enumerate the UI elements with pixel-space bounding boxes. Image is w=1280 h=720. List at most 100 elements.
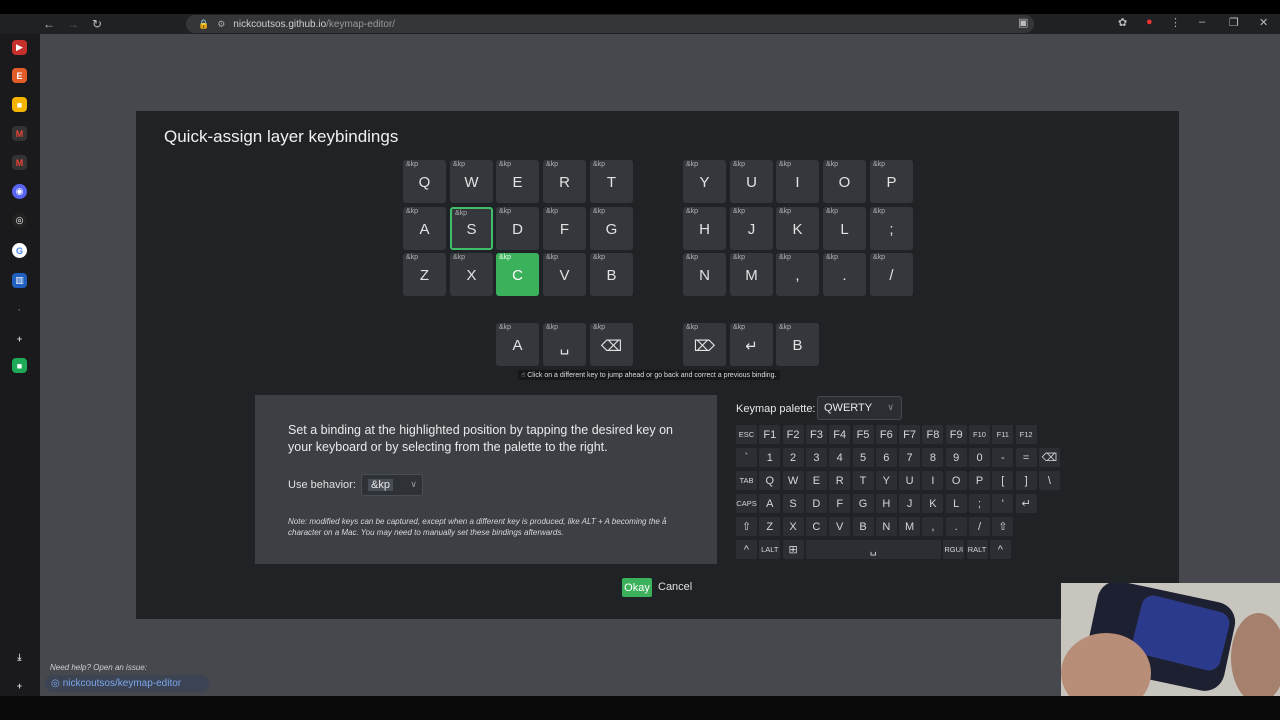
palette-key[interactable]: 4 <box>829 448 851 467</box>
palette-key[interactable]: B <box>852 517 874 536</box>
palette-key[interactable]: 1 <box>759 448 781 467</box>
notes-icon[interactable]: ■ <box>12 97 27 112</box>
reload-icon[interactable]: ↻ <box>89 16 105 32</box>
palette-key[interactable]: Q <box>759 471 781 490</box>
menu-icon[interactable]: ⋮ <box>1170 16 1181 29</box>
thumb-key[interactable]: &kp ␣ <box>543 323 586 366</box>
tab-cast-icon[interactable]: ▣ <box>1018 16 1028 29</box>
palette-key[interactable]: U <box>899 471 921 490</box>
palette-key[interactable]: Y <box>875 471 897 490</box>
palette-key[interactable]: ␣ <box>805 540 941 559</box>
palette-key[interactable]: M <box>899 517 921 536</box>
layout-key[interactable]: &kp C <box>496 253 539 296</box>
layout-key[interactable]: &kp Z <box>403 253 446 296</box>
thumb-key[interactable]: &kp ⌦ <box>683 323 726 366</box>
cancel-button[interactable]: Cancel <box>658 581 692 593</box>
palette-key[interactable]: RGUI <box>943 540 965 559</box>
trello-icon[interactable]: ▥ <box>12 273 27 288</box>
palette-key[interactable]: F4 <box>829 425 851 444</box>
plus-icon[interactable]: + <box>12 331 27 346</box>
palette-key[interactable]: F11 <box>992 425 1014 444</box>
palette-key[interactable]: F9 <box>945 425 967 444</box>
layout-key[interactable]: &kp E <box>496 160 539 203</box>
layout-key[interactable]: &kp H <box>683 207 726 250</box>
palette-key[interactable]: ⊞ <box>782 540 804 559</box>
palette-key[interactable]: F12 <box>1015 425 1037 444</box>
site-settings-icon[interactable]: ⚙ <box>217 19 225 30</box>
palette-key[interactable]: E <box>805 471 827 490</box>
palette-key[interactable]: F7 <box>899 425 921 444</box>
minimize-icon[interactable]: – <box>1199 16 1205 28</box>
address-bar[interactable]: 🔒 ⚙ nickcoutsos.github.io/keymap-editor/ <box>186 15 1034 33</box>
layout-key[interactable]: &kp; <box>870 207 913 250</box>
palette-key[interactable]: 0 <box>969 448 990 467</box>
palette-key[interactable]: F8 <box>922 425 944 444</box>
layout-key[interactable]: &kp Q <box>403 160 446 203</box>
palette-key[interactable]: 5 <box>852 448 874 467</box>
palette-key[interactable]: J <box>899 494 921 513</box>
palette-key[interactable]: ` <box>736 448 757 467</box>
palette-key[interactable]: . <box>945 517 967 536</box>
palette-key[interactable]: CAPS <box>736 494 757 513</box>
layout-key[interactable]: &kp / <box>870 253 913 296</box>
palette-key[interactable]: O <box>945 471 967 490</box>
extensions-icon[interactable]: ✿ <box>1118 16 1127 29</box>
github-icon[interactable]: ◎ <box>12 213 27 228</box>
palette-key[interactable]: F2 <box>782 425 804 444</box>
palette-key[interactable]: C <box>805 517 827 536</box>
palette-key[interactable]: K <box>922 494 944 513</box>
layout-key[interactable]: &kp U <box>730 160 773 203</box>
palette-key[interactable]: ↵ <box>1015 494 1037 513</box>
layout-key[interactable]: &kp R <box>543 160 586 203</box>
layout-key[interactable]: &kp L <box>823 207 866 250</box>
palette-key[interactable]: \ <box>1038 471 1060 490</box>
ublock-icon[interactable]: ● <box>1146 16 1153 28</box>
palette-key[interactable]: 8 <box>922 448 944 467</box>
thumb-key[interactable]: &kp ↵ <box>730 323 773 366</box>
layout-key[interactable]: &kp V <box>543 253 586 296</box>
help-link[interactable]: ◎ nickcoutsos/keymap-editor <box>45 675 209 692</box>
layout-key[interactable]: &kp F <box>543 207 586 250</box>
palette-key[interactable]: P <box>969 471 990 490</box>
palette-key[interactable]: W <box>782 471 804 490</box>
okay-button[interactable]: Okay <box>622 578 652 597</box>
layout-key[interactable]: &kp P <box>870 160 913 203</box>
palette-key[interactable]: 6 <box>875 448 897 467</box>
discord-icon[interactable]: ◉ <box>12 184 27 199</box>
palette-key[interactable]: , <box>922 517 944 536</box>
gmail-icon[interactable]: M <box>12 155 27 170</box>
layout-key[interactable]: &kp M <box>730 253 773 296</box>
layout-key[interactable]: &kp N <box>683 253 726 296</box>
palette-key[interactable]: = <box>1015 448 1037 467</box>
palette-key[interactable]: RALT <box>966 540 988 559</box>
sheets-icon[interactable]: ■ <box>12 358 27 373</box>
layout-key[interactable]: &kp J <box>730 207 773 250</box>
close-icon[interactable]: ✕ <box>1259 16 1268 29</box>
palette-key[interactable]: V <box>829 517 851 536</box>
palette-key[interactable]: ^ <box>989 540 1011 559</box>
palette-key[interactable]: F6 <box>875 425 897 444</box>
gmail-icon[interactable]: M <box>12 126 27 141</box>
thumb-key[interactable]: &kp ⌫ <box>590 323 633 366</box>
layout-key[interactable]: &kp, <box>776 253 819 296</box>
thumb-key[interactable]: &kp B <box>776 323 819 366</box>
palette-key[interactable]: A <box>759 494 781 513</box>
layout-key[interactable]: &kp D <box>496 207 539 250</box>
palette-key[interactable]: D <box>805 494 827 513</box>
palette-key[interactable]: - <box>992 448 1014 467</box>
palette-key[interactable]: / <box>969 517 990 536</box>
palette-key[interactable]: ⌫ <box>1038 448 1060 467</box>
layout-key[interactable]: &kp. <box>823 253 866 296</box>
palette-key[interactable]: F10 <box>969 425 990 444</box>
palette-key[interactable]: 7 <box>899 448 921 467</box>
palette-key[interactable]: R <box>829 471 851 490</box>
palette-key[interactable]: F <box>829 494 851 513</box>
palette-key[interactable]: 3 <box>805 448 827 467</box>
maximize-icon[interactable]: ❐ <box>1229 16 1239 29</box>
palette-key[interactable]: F3 <box>805 425 827 444</box>
layout-key[interactable]: &kp T <box>590 160 633 203</box>
youtube-icon[interactable]: ▶ <box>12 40 27 55</box>
palette-key[interactable]: G <box>852 494 874 513</box>
palette-key[interactable]: 2 <box>782 448 804 467</box>
google-icon[interactable]: G <box>12 243 27 258</box>
